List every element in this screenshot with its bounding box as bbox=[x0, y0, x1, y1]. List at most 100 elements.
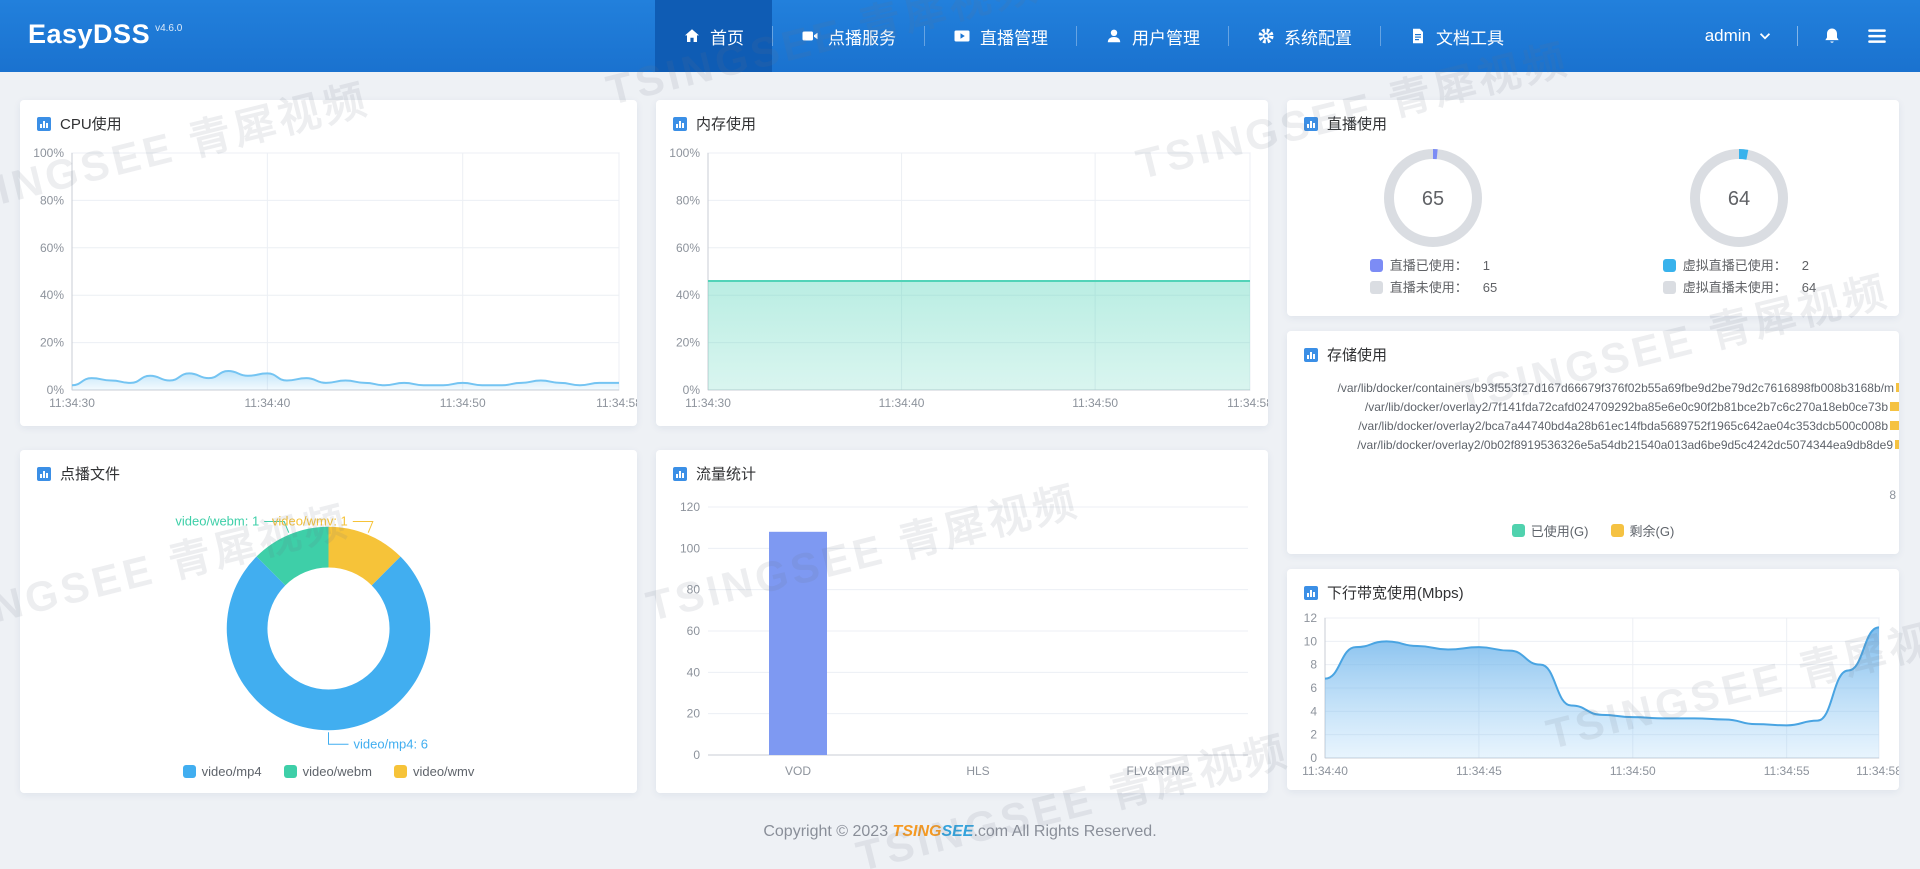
legend-label: 直播未使用： bbox=[1389, 280, 1468, 295]
nav-item-label: 用户管理 bbox=[1132, 28, 1200, 48]
tsingsee-logo: TSING bbox=[892, 823, 942, 840]
nav-item-system-config[interactable]: 系统配置 bbox=[1229, 0, 1380, 72]
brand-logo[interactable]: EasyDSS v4.6.0 bbox=[0, 0, 655, 72]
card-header: 点播文件 bbox=[20, 450, 637, 489]
legend-item-free[interactable]: 剩余(G) bbox=[1610, 521, 1674, 540]
svg-text:40%: 40% bbox=[676, 288, 700, 302]
nav-item-vod-service[interactable]: 点播服务 bbox=[773, 0, 924, 72]
svg-text:11:34:40: 11:34:40 bbox=[879, 396, 925, 410]
svg-text:11:34:45: 11:34:45 bbox=[1456, 764, 1502, 778]
legend-item-mp4[interactable]: video/mp4 bbox=[182, 764, 262, 779]
card-title: 下行带宽使用(Mbps) bbox=[1327, 585, 1464, 602]
legend-label: video/wmv bbox=[412, 764, 475, 779]
live-gauges: 65 直播已使用： 1 直播未使用： 65 64 虚拟直播已使用： 2 虚拟直播未使用… bbox=[1287, 139, 1899, 316]
legend-label: 直播已使用： bbox=[1389, 258, 1468, 273]
divider bbox=[1797, 26, 1798, 46]
svg-text:100: 100 bbox=[680, 541, 700, 555]
storage-bar-clipped bbox=[1890, 421, 1899, 430]
live-gauge-ring: 65 bbox=[1378, 143, 1488, 253]
menu-icon[interactable] bbox=[1866, 25, 1888, 47]
storage-path: /var/lib/docker/overlay2/bca7a44740bd4a2… bbox=[1358, 418, 1888, 433]
live-usage-card: 直播使用 65 直播已使用： 1 直播未使用： 65 64 虚拟直播已使用： 2 虚拟… bbox=[1287, 100, 1899, 316]
user-icon bbox=[1105, 27, 1123, 45]
nav-item-label: 直播管理 bbox=[980, 28, 1048, 48]
brand-name: EasyDSS bbox=[28, 19, 151, 49]
svg-text:6: 6 bbox=[1310, 681, 1317, 695]
legend-item-webm[interactable]: video/webm bbox=[283, 764, 372, 779]
legend-label: 虚拟直播已使用： bbox=[1682, 258, 1787, 273]
svg-text:60%: 60% bbox=[676, 241, 700, 255]
legend-value: 64 bbox=[1801, 280, 1817, 295]
legend-color bbox=[1369, 281, 1383, 294]
svg-text:10: 10 bbox=[1304, 634, 1318, 648]
nav-item-home[interactable]: 首页 bbox=[655, 0, 772, 72]
nav-item-doc-tools[interactable]: 文档工具 bbox=[1381, 0, 1532, 72]
nav-item-label: 文档工具 bbox=[1436, 28, 1504, 48]
legend-item-wmv[interactable]: video/wmv bbox=[393, 764, 475, 779]
svg-text:11:34:58: 11:34:58 bbox=[1227, 396, 1268, 410]
card-title: 存储使用 bbox=[1327, 347, 1388, 364]
svg-text:60%: 60% bbox=[40, 241, 64, 255]
svg-text:2: 2 bbox=[1310, 728, 1317, 742]
nav-menu: 首页 点播服务 直播管理 用户管理 系统配置 文档工具 bbox=[655, 0, 1532, 72]
svg-text:11:34:50: 11:34:50 bbox=[1610, 764, 1656, 778]
svg-text:11:34:58: 11:34:58 bbox=[596, 396, 637, 410]
chart-icon bbox=[36, 116, 52, 132]
svg-text:11:34:50: 11:34:50 bbox=[440, 396, 486, 410]
card-title: 流量统计 bbox=[696, 466, 757, 483]
notification-bell-icon[interactable] bbox=[1822, 26, 1842, 46]
svg-text:0%: 0% bbox=[683, 383, 701, 397]
gear-icon bbox=[1257, 27, 1275, 45]
user-menu[interactable]: admin bbox=[1705, 26, 1773, 46]
column-middle: 内存使用 0% 20% 40% 60% 80% 100% 11:34:30 11:34:40 1… bbox=[656, 100, 1268, 793]
legend-item-used[interactable]: 已使用(G) bbox=[1511, 521, 1589, 540]
virtual-live-gauge: 64 虚拟直播已使用： 2 虚拟直播未使用： 64 bbox=[1662, 143, 1817, 297]
svg-text:64: 64 bbox=[1728, 188, 1750, 210]
storage-bar-clipped bbox=[1895, 440, 1899, 449]
card-header: 内存使用 bbox=[656, 100, 1268, 139]
card-header: 流量统计 bbox=[656, 450, 1268, 489]
storage-usage-card: 存储使用 /var/lib/docker/containers/b93f553f… bbox=[1287, 331, 1899, 554]
svg-text:60: 60 bbox=[687, 624, 701, 638]
svg-text:video/mp4: 6: video/mp4: 6 bbox=[354, 736, 428, 751]
legend-color bbox=[283, 765, 297, 778]
chart-legend: video/mp4 video/webm video/wmv bbox=[20, 764, 637, 793]
legend-color bbox=[393, 765, 407, 778]
nav-item-label: 点播服务 bbox=[828, 28, 896, 48]
storage-path-row: /var/lib/docker/overlay2/0b02f8919536326… bbox=[1301, 435, 1899, 454]
svg-text:20%: 20% bbox=[676, 336, 700, 350]
svg-text:4: 4 bbox=[1310, 704, 1317, 718]
chevron-down-icon bbox=[1757, 28, 1773, 44]
storage-path: /var/lib/docker/containers/b93f553f27d16… bbox=[1337, 380, 1894, 395]
nav-item-live-management[interactable]: 直播管理 bbox=[925, 0, 1076, 72]
navbar: EasyDSS v4.6.0 首页 点播服务 直播管理 用户管理 系统配置 文档… bbox=[0, 0, 1920, 72]
nav-item-user-management[interactable]: 用户管理 bbox=[1077, 0, 1228, 72]
chart-icon bbox=[36, 466, 52, 482]
svg-text:100%: 100% bbox=[669, 146, 700, 160]
svg-text:0%: 0% bbox=[47, 383, 65, 397]
memory-usage-card: 内存使用 0% 20% 40% 60% 80% 100% 11:34:30 11:34:40 1… bbox=[656, 100, 1268, 426]
chart-legend: 已使用(G) 剩余(G) bbox=[1287, 521, 1899, 554]
svg-text:11:34:30: 11:34:30 bbox=[49, 396, 95, 410]
footer: Copyright © 2023 TSINGSEE.com All Rights… bbox=[0, 823, 1920, 841]
clipped-axis-label: 8 bbox=[1889, 488, 1896, 502]
legend-value: 2 bbox=[1801, 258, 1809, 273]
document-icon bbox=[1409, 27, 1427, 45]
svg-text:80%: 80% bbox=[40, 193, 64, 207]
svg-text:video/wmv: 1: video/wmv: 1 bbox=[272, 514, 348, 529]
card-header: 直播使用 bbox=[1287, 100, 1899, 139]
svg-text:80: 80 bbox=[687, 583, 701, 597]
legend-color bbox=[1662, 259, 1676, 272]
svg-text:video/webm: 1: video/webm: 1 bbox=[175, 514, 259, 529]
legend-row: 直播已使用： 1 bbox=[1369, 256, 1497, 275]
virtual-live-gauge-ring: 64 bbox=[1684, 143, 1794, 253]
legend-color bbox=[1369, 259, 1383, 272]
svg-text:20: 20 bbox=[687, 707, 701, 721]
tsingsee-logo: SEE bbox=[941, 823, 974, 840]
chart-icon bbox=[1303, 116, 1319, 132]
svg-text:40%: 40% bbox=[40, 288, 64, 302]
legend-color bbox=[1610, 524, 1624, 537]
card-title: 点播文件 bbox=[60, 466, 121, 483]
username: admin bbox=[1704, 26, 1751, 45]
svg-text:11:34:55: 11:34:55 bbox=[1764, 764, 1810, 778]
